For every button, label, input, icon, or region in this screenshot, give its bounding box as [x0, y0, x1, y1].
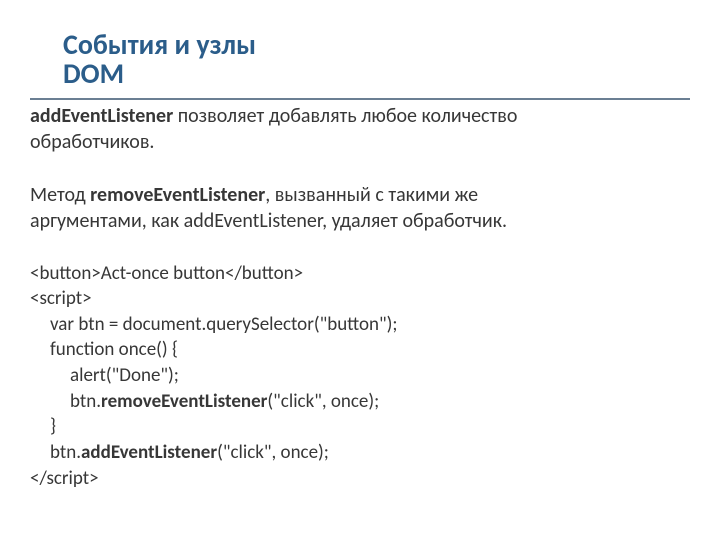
code-line: alert("Done");: [30, 363, 690, 389]
slide-body: addEventListener позволяет добавлять люб…: [30, 103, 690, 491]
spacer: [30, 235, 690, 261]
code-line: var btn = document.querySelector("button…: [30, 312, 690, 338]
code-line: function once() {: [30, 337, 690, 363]
slide-title: События и узлы DOM: [63, 30, 256, 89]
text: <button>Act-once button</button>: [30, 262, 303, 285]
text: alert("Done");: [30, 363, 179, 389]
text: btn.: [70, 390, 101, 413]
text: ("click", once);: [217, 441, 329, 464]
bold-addEventListener: addEventListener: [30, 104, 173, 128]
code-line: }: [30, 414, 690, 440]
text: обработчиков.: [30, 130, 154, 154]
text: аргументами, как: [30, 209, 184, 233]
text: Метод: [30, 183, 90, 207]
title-line-2: DOM: [63, 56, 124, 91]
text: ("click", once);: [267, 390, 379, 413]
paragraph-1-line-2: обработчиков.: [30, 129, 690, 155]
text: удаляет обработчик.: [327, 209, 507, 233]
paragraph-2-line-2: аргументами, как addEventListener, удаля…: [30, 208, 690, 234]
bold-removeEventListener-call: removeEventListener: [101, 390, 267, 413]
code-line: <button>Act-once button</button>: [30, 261, 690, 287]
code-block: <button>Act-once button</button> <script…: [30, 261, 690, 492]
text: <script>: [30, 287, 92, 310]
text: addEventListener,: [184, 209, 327, 233]
text: , вызванный с такими же: [265, 183, 478, 207]
text: var btn = document.querySelector("button…: [30, 312, 398, 338]
bold-addEventListener-call: addEventListener: [81, 441, 217, 464]
title-underline: [30, 98, 690, 100]
text: </script>: [30, 467, 99, 490]
text: btn.: [50, 441, 81, 464]
text: function once() {: [30, 337, 178, 363]
code-line: btn.removeEventListener("click", once);: [30, 389, 690, 415]
paragraph-1-line-1: addEventListener позволяет добавлять люб…: [30, 103, 690, 129]
code-line: btn.addEventListener("click", once);: [30, 440, 690, 466]
bold-removeEventListener: removeEventListener: [90, 183, 265, 207]
text: позволяет добавлять любое количество: [173, 104, 517, 128]
code-line: <script>: [30, 286, 690, 312]
slide: События и узлы DOM addEventListener позв…: [0, 0, 720, 540]
code-line: </script>: [30, 466, 690, 492]
paragraph-2-line-1: Метод removeEventListener, вызванный с т…: [30, 182, 690, 208]
text: }: [30, 414, 56, 440]
spacer: [30, 156, 690, 182]
